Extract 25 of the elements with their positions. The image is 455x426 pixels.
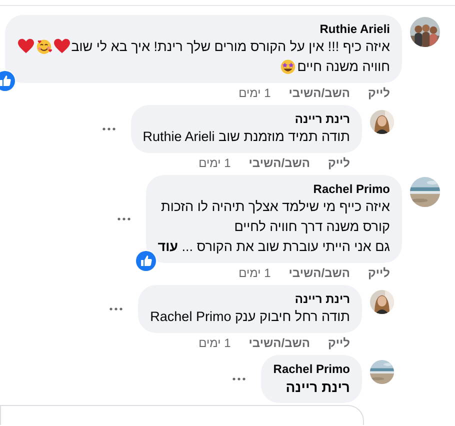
comment-text: איזה כיף !!! אין על הקורס מורים שלך רינת! איך בא לי שוב [71, 39, 390, 54]
reply-link[interactable]: השב/השיבי [288, 265, 350, 281]
like-link[interactable]: לייק [368, 85, 390, 101]
timestamp[interactable]: 1 ימים [238, 265, 271, 281]
comment-text: קורס משנה דרך חוויה לחיים [234, 219, 390, 234]
comment-text: תודה תמיד מוזמנת שוב Ruthie Arieli [142, 129, 350, 144]
timestamp[interactable]: 1 ימים [198, 335, 231, 351]
like-link[interactable]: לייק [328, 155, 350, 171]
reply-link[interactable]: השב/השיבי [288, 85, 350, 101]
author-name[interactable]: Ruthie Arieli [17, 21, 390, 37]
comment-text: תודה רחל חיבוק ענק Rachel Primo [150, 309, 350, 324]
comment-text: חוויה משנה חיים [297, 59, 390, 74]
comment-text: איזה כייף מי שילמד אצלך תיהיה לו הזכות [161, 199, 390, 214]
author-name[interactable]: Rachel Primo [273, 361, 350, 377]
reply-link[interactable]: השב/השיבי [248, 155, 310, 171]
timestamp[interactable]: 1 ימים [198, 155, 231, 171]
like-link[interactable]: לייק [368, 265, 390, 281]
timestamp[interactable]: 1 ימים [238, 85, 271, 101]
reply-link[interactable]: השב/השיבי [248, 335, 310, 351]
mention-link[interactable]: רינת ריינה [273, 377, 350, 397]
author-name[interactable]: רינת ריינה [142, 111, 350, 127]
comment-text: גם אני הייתי עוברת שוב את הקורס ... עוד [158, 239, 390, 254]
like-link[interactable]: לייק [328, 335, 350, 351]
author-name[interactable]: Rachel Primo [158, 181, 390, 197]
author-name[interactable]: רינת ריינה [150, 291, 350, 307]
